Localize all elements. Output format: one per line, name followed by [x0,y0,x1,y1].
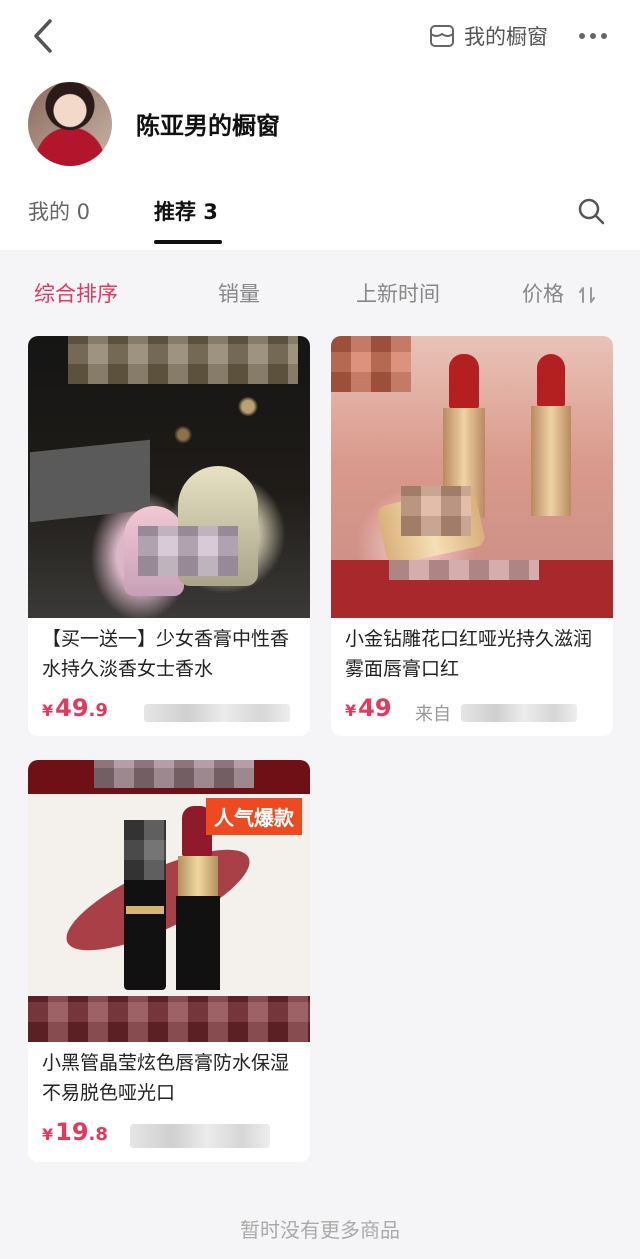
tab-recommended[interactable]: 推荐 3 [154,196,218,226]
product-price: ¥19.8 [42,1118,108,1146]
tab-bar: 我的 0 推荐 3 [0,196,640,250]
pixelated-area [331,336,411,392]
search-icon[interactable] [576,196,606,226]
product-image-lipstick-black: 人气爆款 [28,760,310,1042]
product-card[interactable]: 【买一送一】少女香膏中性香水持久淡香女士香水 ¥49.9 [28,336,310,736]
lipstick-red-2 [537,354,565,406]
product-image-perfume [28,336,310,618]
pixelated-area [401,486,471,536]
back-button[interactable] [28,16,62,56]
no-more-items-note: 暂时没有更多商品 [240,1218,400,1242]
lipstick-tube [178,856,218,896]
product-image-lipstick-gold [331,336,613,618]
blurred-source [461,704,577,722]
sort-newest[interactable]: 上新时间 [356,278,440,308]
product-price: ¥49 [345,694,392,722]
product-title: 小金钻雕花口红哑光持久滋润雾面唇膏口红 [345,628,593,680]
sort-comprehensive[interactable]: 综合排序 [34,278,118,308]
pixelated-area [389,560,539,580]
chevron-left-icon [34,19,52,53]
sort-price-label: 价格 [522,282,564,306]
product-card[interactable]: 小金钻雕花口红哑光持久滋润雾面唇膏口红 ¥49 来自 [331,336,613,736]
pixelated-area [138,526,238,576]
product-source: 来自 [415,704,451,725]
more-dots-icon[interactable] [576,22,610,50]
my-window-link[interactable]: 我的橱窗 [428,20,548,52]
shop-title: 陈亚男的橱窗 [136,112,280,140]
tab-active-indicator [154,240,222,244]
tab-mine[interactable]: 我的 0 [28,196,90,226]
pixelated-area [94,760,254,788]
gift-box [30,439,150,523]
lipstick-red-1 [449,354,479,408]
promo-banner [331,560,613,618]
product-price: ¥49.9 [42,694,108,722]
product-title: 【买一送一】少女香膏中性香水持久淡香女士香水 [42,628,290,680]
sort-price[interactable]: 价格 [522,278,597,308]
pixelated-area [68,336,298,384]
product-card[interactable]: 人气爆款 小黑管晶莹炫色唇膏防水保湿不易脱色哑光口 ¥19.8 [28,760,310,1162]
avatar[interactable] [28,82,112,166]
lipstick-case-2 [531,406,571,516]
popular-badge: 人气爆款 [206,798,302,835]
store-window-icon [430,25,454,47]
sort-arrows-icon [578,287,595,303]
pixelated-area [28,996,310,1042]
my-window-label: 我的橱窗 [464,25,548,49]
blurred-source [130,1124,270,1148]
sort-bar: 综合排序 销量 上新时间 价格 [0,278,640,312]
product-title: 小黑管晶莹炫色唇膏防水保湿不易脱色哑光口 [42,1052,290,1104]
top-header: 我的橱窗 陈亚男的橱窗 我的 0 推荐 3 [0,0,640,250]
sort-sales[interactable]: 销量 [218,278,260,308]
lipstick-body [176,896,220,990]
lipstick-ring [126,906,164,914]
pixelated-area [124,820,166,880]
blurred-source [144,704,290,722]
